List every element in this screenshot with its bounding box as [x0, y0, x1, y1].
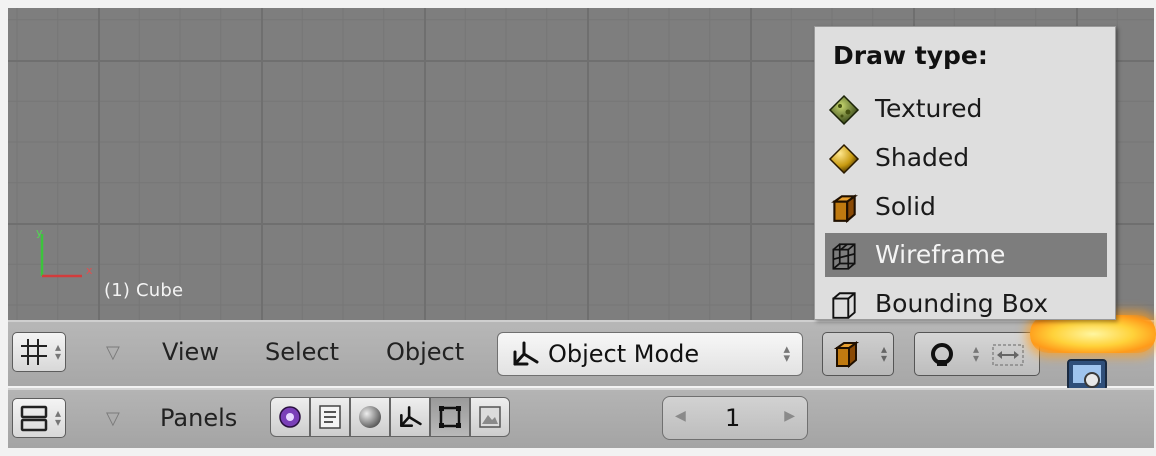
logic-button[interactable]	[270, 397, 310, 437]
menu-view[interactable]: View	[162, 338, 219, 366]
menu-item-label: Solid	[875, 192, 936, 221]
manipulator-icon	[992, 344, 1024, 366]
solid-icon	[831, 194, 858, 224]
menu-item-label: Shaded	[875, 143, 970, 172]
solid-cube-icon	[833, 341, 860, 369]
wireframe-icon	[832, 243, 856, 270]
mode-select[interactable]: Object Mode ▴ ▾	[497, 332, 803, 376]
current-frame-value: 1	[725, 404, 741, 432]
script-icon	[319, 405, 341, 429]
script-button[interactable]	[310, 397, 350, 437]
menu-object[interactable]: Object	[386, 338, 464, 366]
object-button[interactable]	[390, 397, 430, 437]
object-icon	[400, 406, 422, 427]
object-mode-icon	[513, 341, 539, 366]
axis-gizmo-icon: y x	[36, 226, 93, 278]
current-frame-field[interactable]: ◀ 1 ▶	[662, 396, 808, 440]
decrement-arrow-icon[interactable]: ◀	[675, 408, 686, 424]
pivot-icon	[931, 343, 953, 366]
menu-item-solid[interactable]: Solid	[825, 185, 1107, 229]
menu-title: Draw type:	[833, 41, 988, 70]
menu-item-label: Wireframe	[875, 240, 1006, 269]
pivot-and-manipulator-buttons[interactable]: ▴ ▾	[914, 332, 1040, 376]
spinner-arrows-icon: ▴ ▾	[54, 406, 61, 429]
menu-item-bounding-box[interactable]: Bounding Box	[825, 282, 1107, 326]
scene-button[interactable]	[470, 397, 510, 437]
shaded-icon	[828, 143, 860, 175]
shading-icon	[359, 406, 381, 428]
axis-x-label: x	[86, 264, 93, 277]
grid-icon	[21, 339, 47, 365]
collapse-menus-icon[interactable]: ▽	[106, 342, 120, 363]
menu-select[interactable]: Select	[265, 338, 339, 366]
editing-button[interactable]	[430, 397, 470, 437]
mode-select-value: Object Mode	[548, 340, 700, 368]
collapse-menus-icon[interactable]: ▽	[106, 408, 120, 429]
spinner-arrows-icon: ▴ ▾	[880, 342, 887, 365]
editor-type-button[interactable]: ▴ ▾	[12, 398, 66, 438]
menu-panels[interactable]: Panels	[160, 404, 237, 432]
editing-icon	[439, 406, 461, 428]
draw-type-button[interactable]: ▴ ▾	[822, 332, 894, 376]
spinner-arrows-icon: ▴ ▾	[973, 342, 980, 365]
axis-y-label: y	[36, 226, 43, 239]
spinner-arrows-icon: ▴ ▾	[783, 342, 790, 366]
menu-item-textured[interactable]: Textured	[825, 87, 1107, 131]
shading-button[interactable]	[350, 397, 390, 437]
logic-icon	[279, 406, 301, 428]
increment-arrow-icon[interactable]: ▶	[784, 408, 795, 424]
menu-item-wireframe[interactable]: Wireframe	[825, 233, 1107, 277]
draw-type-menu: Draw type: Textured Shaded Solid Wirefra…	[814, 26, 1116, 320]
spinner-arrows-icon: ▴ ▾	[54, 340, 61, 363]
bounding-box-icon	[832, 292, 856, 319]
buttons-window-icon	[20, 405, 48, 432]
menu-item-label: Textured	[875, 94, 983, 123]
textured-icon	[828, 94, 860, 126]
editor-type-button[interactable]: ▴ ▾	[12, 332, 66, 372]
active-object-label: (1) Cube	[104, 280, 184, 301]
scene-icon	[479, 406, 501, 428]
menu-item-shaded[interactable]: Shaded	[825, 136, 1107, 180]
menu-item-label: Bounding Box	[875, 289, 1049, 318]
